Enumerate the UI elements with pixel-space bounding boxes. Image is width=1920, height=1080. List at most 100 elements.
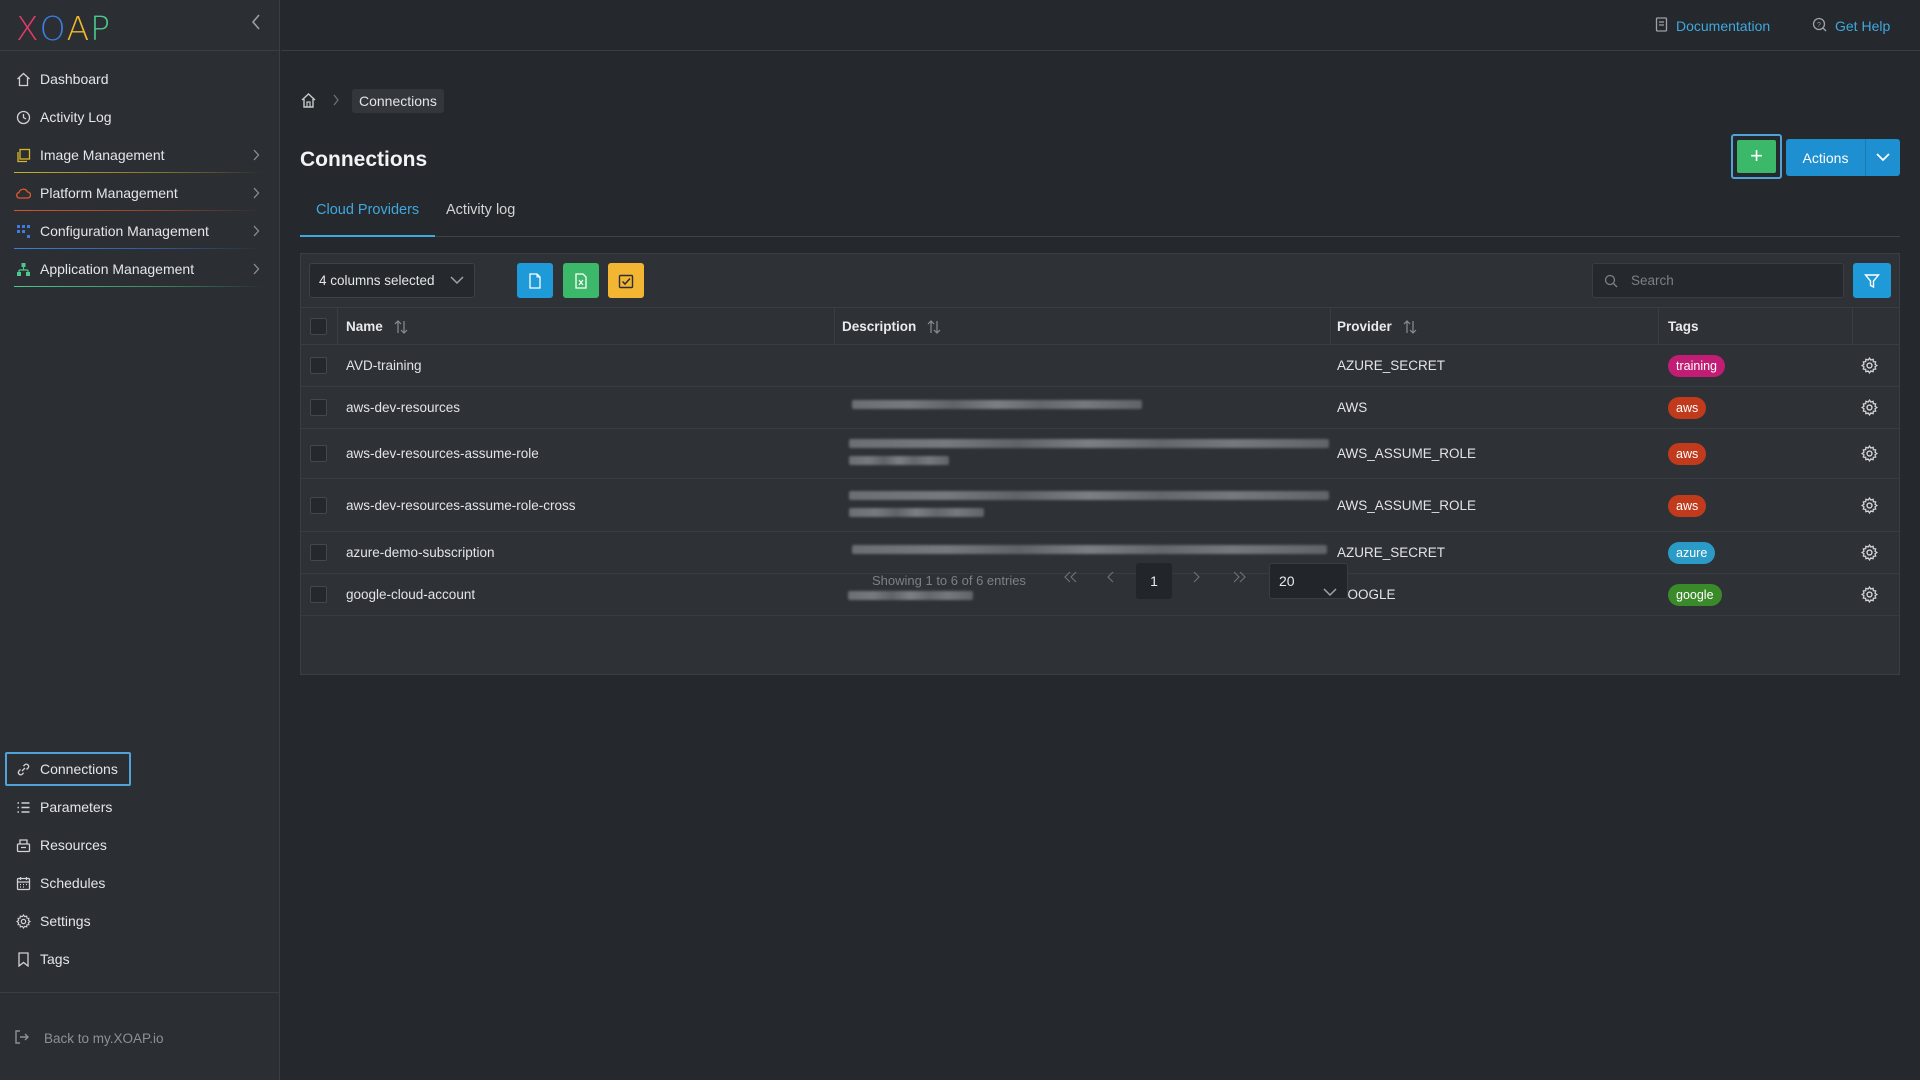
filter-icon xyxy=(1864,273,1880,288)
row-checkbox[interactable] xyxy=(310,357,327,374)
home-icon[interactable] xyxy=(300,92,318,110)
sidebar-item-label: Tags xyxy=(40,951,70,967)
sidebar-item-schedules[interactable]: Schedules xyxy=(0,864,280,902)
row-checkbox[interactable] xyxy=(310,399,327,416)
sidebar-footer: Back to my.XOAP.io xyxy=(0,992,280,1080)
row-settings-gear-icon[interactable] xyxy=(1860,444,1879,463)
column-divider xyxy=(834,308,835,345)
column-header-provider[interactable]: Provider xyxy=(1337,308,1418,345)
search-field[interactable] xyxy=(1592,263,1844,298)
column-divider xyxy=(337,308,338,345)
sidebar-item-connections[interactable]: Connections xyxy=(0,750,280,788)
row-name: aws-dev-resources-assume-role xyxy=(346,446,539,461)
redacted-description xyxy=(849,508,984,517)
row-provider: AWS_ASSUME_ROLE xyxy=(1337,446,1477,461)
get-help-link[interactable]: ? Get Help xyxy=(1812,17,1890,35)
page-size-select[interactable]: 20 xyxy=(1269,563,1348,599)
get-help-label: Get Help xyxy=(1835,18,1891,34)
sidebar-item-tags[interactable]: Tags xyxy=(0,940,280,978)
tag-badge[interactable]: aws xyxy=(1668,443,1707,465)
documentation-link[interactable]: Documentation xyxy=(1655,17,1770,35)
sidebar-item-image-management[interactable]: Image Management xyxy=(0,136,280,174)
sidebar-item-configuration-management[interactable]: Configuration Management xyxy=(0,212,280,250)
sort-icon[interactable] xyxy=(926,319,942,335)
next-page-icon[interactable] xyxy=(1192,570,1200,586)
sidebar-item-underline xyxy=(14,286,264,287)
search-input[interactable] xyxy=(1631,264,1836,297)
export-excel-button[interactable] xyxy=(563,263,599,298)
sidebar-item-platform-management[interactable]: Platform Management xyxy=(0,174,280,212)
last-page-icon[interactable] xyxy=(1232,570,1246,586)
logo-bar: XOAP xyxy=(0,0,280,51)
sidebar-item-settings[interactable]: Settings xyxy=(0,902,280,940)
sidebar-item-label: Settings xyxy=(40,913,91,929)
active-item-outline xyxy=(5,752,131,786)
sidebar-item-label: Platform Management xyxy=(40,185,178,201)
sidebar-item-resources[interactable]: Resources xyxy=(0,826,280,864)
help-chat-icon: ? xyxy=(1812,17,1827,35)
resources-icon xyxy=(15,837,31,853)
tab-cloud-providers[interactable]: Cloud Providers xyxy=(300,195,436,237)
add-connection-button[interactable]: + xyxy=(1731,134,1782,179)
first-page-icon[interactable] xyxy=(1064,570,1078,586)
column-header-description[interactable]: Description xyxy=(842,308,942,345)
back-to-xoap-link[interactable]: Back to my.XOAP.io xyxy=(14,1029,164,1048)
row-name: aws-dev-resources-assume-role-cross xyxy=(346,498,576,513)
row-checkbox[interactable] xyxy=(310,497,327,514)
tag-badge[interactable]: aws xyxy=(1668,495,1707,517)
select-all-checkbox[interactable] xyxy=(310,318,327,335)
column-divider xyxy=(1330,308,1331,345)
filter-button[interactable] xyxy=(1853,263,1891,298)
row-settings-gear-icon[interactable] xyxy=(1860,496,1879,515)
row-checkbox[interactable] xyxy=(310,445,327,462)
xoap-logo[interactable]: XOAP xyxy=(16,9,111,48)
column-selector[interactable]: 4 columns selected xyxy=(309,263,475,298)
collapse-sidebar-button[interactable] xyxy=(246,12,266,36)
file-icon xyxy=(529,272,541,289)
page-size-value: 20 xyxy=(1279,573,1295,589)
table-row: aws-dev-resources AWS aws xyxy=(301,387,1899,429)
column-header-name[interactable]: Name xyxy=(346,308,409,345)
page-number-button[interactable]: 1 xyxy=(1136,563,1172,599)
redacted-description xyxy=(852,400,1142,409)
sidebar-item-underline xyxy=(14,248,264,249)
chevron-left-icon xyxy=(251,14,260,30)
topbar: Documentation ? Get Help xyxy=(281,0,1920,51)
chevron-right-icon xyxy=(252,224,260,240)
column-header-description-label: Description xyxy=(842,319,917,334)
clock-icon xyxy=(15,109,31,125)
tab-activity-log[interactable]: Activity log xyxy=(430,195,531,237)
sidebar-item-parameters[interactable]: Parameters xyxy=(0,788,280,826)
select-all-button[interactable] xyxy=(608,263,644,298)
column-header-tags: Tags xyxy=(1668,308,1699,345)
chevron-down-icon xyxy=(1865,139,1900,176)
back-to-xoap-label: Back to my.XOAP.io xyxy=(44,1031,164,1046)
row-settings-gear-icon[interactable] xyxy=(1860,356,1879,375)
sort-icon[interactable] xyxy=(393,319,409,335)
sidebar-item-activity-log[interactable]: Activity Log xyxy=(0,98,280,136)
sort-icon[interactable] xyxy=(1402,319,1418,335)
search-icon xyxy=(1604,274,1618,292)
sidebar-item-application-management[interactable]: Application Management xyxy=(0,250,280,288)
sidebar-item-dashboard[interactable]: Dashboard xyxy=(0,60,280,98)
redacted-description xyxy=(849,491,1329,500)
sidebar-item-label: Configuration Management xyxy=(40,223,209,239)
calendar-icon xyxy=(15,875,31,891)
column-divider xyxy=(1852,308,1853,345)
table-header: Name Description Provider Tags xyxy=(301,307,1899,345)
tag-badge[interactable]: training xyxy=(1668,355,1725,377)
previous-page-icon[interactable] xyxy=(1107,570,1115,586)
sidebar-item-label: Parameters xyxy=(40,799,113,815)
column-divider xyxy=(1658,308,1659,345)
row-settings-gear-icon[interactable] xyxy=(1860,398,1879,417)
redacted-description xyxy=(849,439,1329,448)
cloud-icon xyxy=(15,185,31,201)
actions-dropdown-button[interactable]: Actions xyxy=(1786,139,1900,176)
export-csv-button[interactable] xyxy=(517,263,553,298)
tag-badge[interactable]: aws xyxy=(1668,397,1707,419)
row-provider: AWS_ASSUME_ROLE xyxy=(1337,498,1477,513)
sidebar-item-label: Activity Log xyxy=(40,109,112,125)
plus-icon: + xyxy=(1737,140,1776,173)
column-header-tags-label: Tags xyxy=(1668,319,1699,334)
page-title: Connections xyxy=(300,148,428,171)
